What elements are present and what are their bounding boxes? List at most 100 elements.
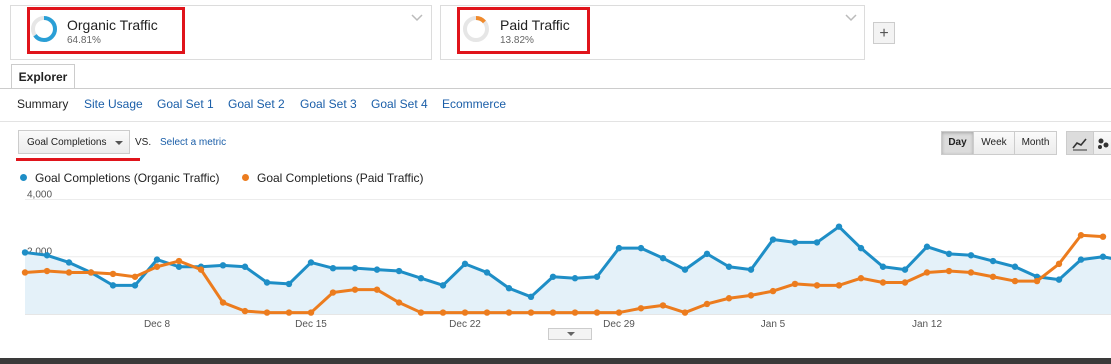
data-point-organic[interactable]	[835, 223, 843, 230]
data-point-paid[interactable]	[769, 287, 777, 295]
data-point-organic[interactable]	[1055, 276, 1063, 283]
data-point-organic[interactable]	[1011, 263, 1019, 270]
data-point-paid[interactable]	[1077, 232, 1085, 239]
data-point-paid[interactable]	[1099, 233, 1107, 240]
data-point-organic[interactable]	[593, 273, 601, 280]
data-point-paid[interactable]	[901, 279, 909, 286]
data-point-organic[interactable]	[417, 275, 425, 282]
data-point-paid[interactable]	[307, 309, 315, 316]
data-point-paid[interactable]	[241, 307, 249, 315]
data-point-organic[interactable]	[637, 244, 645, 252]
data-point-paid[interactable]	[681, 309, 689, 316]
data-point-paid[interactable]	[813, 282, 821, 289]
period-month-button[interactable]: Month	[1015, 131, 1057, 155]
data-point-paid[interactable]	[329, 289, 337, 296]
data-point-paid[interactable]	[219, 299, 227, 306]
data-point-organic[interactable]	[285, 280, 293, 288]
data-point-organic[interactable]	[483, 269, 491, 276]
chart-expand-handle[interactable]	[548, 328, 592, 340]
data-point-paid[interactable]	[131, 273, 139, 280]
data-point-paid[interactable]	[747, 292, 755, 299]
data-point-organic[interactable]	[681, 266, 689, 273]
data-point-organic[interactable]	[901, 266, 909, 273]
line-chart-view-button[interactable]	[1066, 131, 1094, 155]
data-point-paid[interactable]	[549, 309, 557, 316]
tab-explorer[interactable]: Explorer	[11, 64, 75, 89]
data-point-paid[interactable]	[923, 269, 931, 276]
data-point-paid[interactable]	[703, 300, 711, 308]
data-point-paid[interactable]	[175, 257, 183, 265]
data-point-organic[interactable]	[945, 250, 953, 258]
subtab-goal-set-3[interactable]: Goal Set 3	[300, 97, 357, 111]
data-point-paid[interactable]	[857, 275, 865, 282]
data-point-organic[interactable]	[725, 263, 733, 270]
data-point-organic[interactable]	[549, 273, 557, 280]
data-point-paid[interactable]	[989, 273, 997, 280]
data-point-organic[interactable]	[21, 249, 29, 256]
data-point-paid[interactable]	[43, 267, 51, 275]
subtab-summary[interactable]: Summary	[17, 97, 68, 111]
data-point-organic[interactable]	[153, 256, 161, 263]
select-metric-link[interactable]: Select a metric	[160, 137, 226, 148]
data-point-paid[interactable]	[571, 309, 579, 316]
period-day-button[interactable]: Day	[941, 131, 974, 155]
data-point-paid[interactable]	[285, 309, 293, 316]
data-point-organic[interactable]	[857, 244, 865, 252]
data-point-paid[interactable]	[483, 309, 491, 316]
chevron-down-icon[interactable]	[845, 13, 857, 23]
period-week-button[interactable]: Week	[974, 131, 1015, 155]
data-point-organic[interactable]	[131, 282, 139, 289]
subtab-site-usage[interactable]: Site Usage	[84, 97, 143, 111]
data-point-paid[interactable]	[461, 309, 469, 316]
data-point-paid[interactable]	[527, 309, 535, 316]
data-point-paid[interactable]	[615, 309, 623, 316]
data-point-organic[interactable]	[879, 263, 887, 270]
data-point-organic[interactable]	[791, 239, 799, 246]
data-point-paid[interactable]	[395, 299, 403, 306]
data-point-organic[interactable]	[439, 282, 447, 289]
data-point-paid[interactable]	[65, 269, 73, 276]
data-point-paid[interactable]	[439, 309, 447, 316]
subtab-goal-set-2[interactable]: Goal Set 2	[228, 97, 285, 111]
data-point-paid[interactable]	[945, 267, 953, 275]
data-point-organic[interactable]	[527, 293, 535, 301]
metric-dropdown[interactable]: Goal Completions	[18, 130, 130, 154]
data-point-organic[interactable]	[461, 260, 469, 268]
data-point-paid[interactable]	[373, 286, 381, 293]
data-point-organic[interactable]	[989, 257, 997, 265]
data-point-organic[interactable]	[109, 282, 117, 289]
data-point-organic[interactable]	[813, 239, 821, 246]
data-point-paid[interactable]	[967, 269, 975, 276]
data-point-paid[interactable]	[21, 269, 29, 276]
data-point-organic[interactable]	[1099, 253, 1107, 260]
data-point-paid[interactable]	[153, 263, 161, 270]
motion-chart-view-button[interactable]	[1093, 131, 1111, 155]
subtab-goal-set-1[interactable]: Goal Set 1	[157, 97, 214, 111]
data-point-organic[interactable]	[747, 266, 755, 273]
data-point-paid[interactable]	[593, 309, 601, 316]
data-point-organic[interactable]	[769, 236, 777, 243]
data-point-paid[interactable]	[637, 305, 645, 312]
data-point-paid[interactable]	[197, 266, 205, 273]
data-point-organic[interactable]	[307, 259, 315, 266]
data-point-paid[interactable]	[659, 302, 667, 309]
data-point-paid[interactable]	[87, 269, 95, 276]
data-point-paid[interactable]	[725, 295, 733, 302]
data-point-paid[interactable]	[505, 309, 513, 316]
data-point-paid[interactable]	[417, 309, 425, 316]
data-point-organic[interactable]	[505, 285, 513, 292]
data-point-paid[interactable]	[879, 279, 887, 286]
data-point-organic[interactable]	[175, 263, 183, 270]
data-point-organic[interactable]	[263, 279, 271, 286]
data-point-organic[interactable]	[967, 252, 975, 259]
data-point-paid[interactable]	[1011, 277, 1019, 285]
data-point-organic[interactable]	[395, 267, 403, 275]
data-point-organic[interactable]	[703, 250, 711, 258]
data-point-paid[interactable]	[1033, 277, 1041, 285]
subtab-ecommerce[interactable]: Ecommerce	[442, 97, 506, 111]
data-point-paid[interactable]	[835, 282, 843, 289]
data-point-organic[interactable]	[615, 244, 623, 252]
data-point-paid[interactable]	[351, 286, 359, 293]
add-segment-button[interactable]: +	[873, 22, 895, 44]
data-point-paid[interactable]	[263, 309, 271, 316]
